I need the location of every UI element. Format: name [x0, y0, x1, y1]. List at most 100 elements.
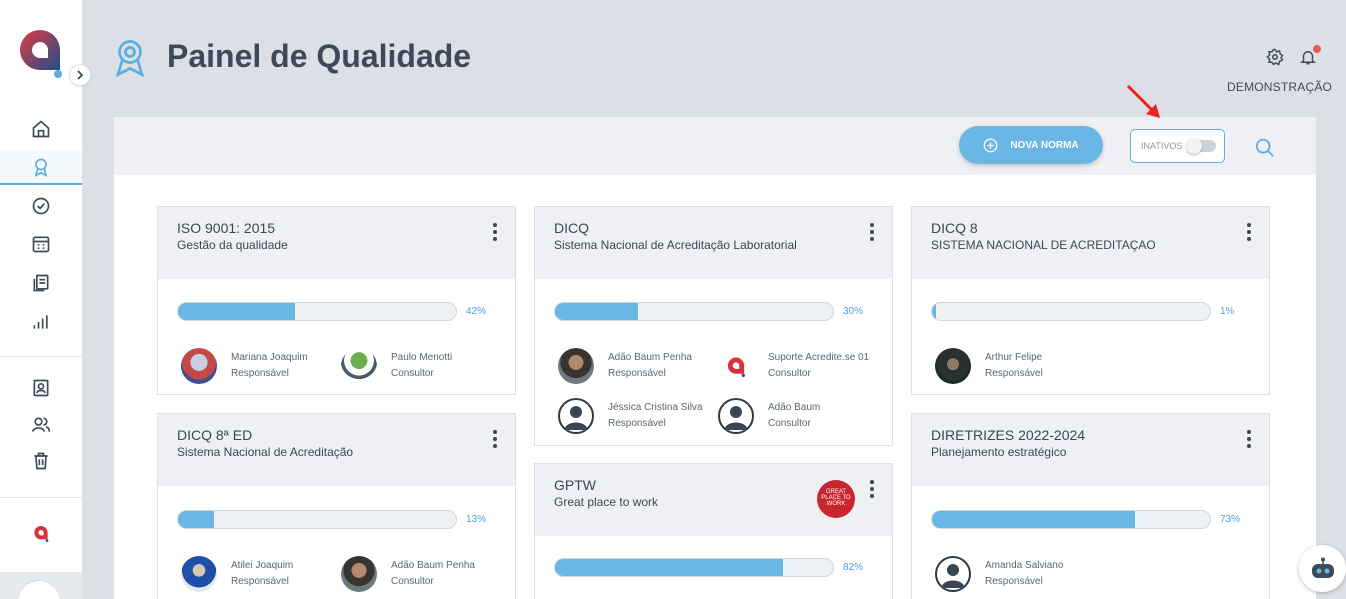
sidebar-item-home[interactable]: [0, 112, 82, 146]
standard-card[interactable]: GPTW Great place to work GREAT PLACE TO …: [534, 463, 893, 599]
main-panel: NOVA NORMA INATIVOS ISO 9001: 2015 Gestã…: [114, 117, 1316, 599]
user-placeholder-icon: [724, 406, 748, 430]
documents-icon: [33, 274, 49, 292]
sidebar-item-profiles[interactable]: [0, 371, 82, 405]
standard-card[interactable]: DIRETRIZES 2022-2024 Planejamento estrat…: [911, 413, 1270, 599]
card-subtitle: Planejamento estratégico: [931, 445, 1067, 459]
progress-bar: [177, 302, 457, 321]
member[interactable]: Adão Baum Penha Responsável: [558, 348, 692, 384]
member[interactable]: Jéssica Cristina Silva Responsável: [558, 398, 702, 434]
sidebar-item-quality[interactable]: [0, 151, 82, 185]
sidebar-item-users[interactable]: [0, 408, 82, 442]
new-standard-label: NOVA NORMA: [1010, 139, 1079, 151]
more-options-icon[interactable]: [866, 478, 878, 500]
gptw-logo: GREAT PLACE TO WORK: [817, 480, 855, 518]
chatbot-button[interactable]: [1299, 545, 1346, 592]
member[interactable]: Suporte Acredite.se 01 Consultor: [718, 348, 869, 384]
avatar: [181, 556, 217, 592]
avatar: [558, 398, 594, 434]
plus-circle-icon: [983, 138, 998, 152]
users-icon: [31, 417, 51, 432]
member-role: Responsável: [608, 418, 666, 429]
avatar: [558, 348, 594, 384]
standard-card[interactable]: ISO 9001: 2015 Gestão da qualidade 42% M…: [157, 206, 516, 395]
award-icon: [115, 40, 145, 78]
more-options-icon[interactable]: [1243, 428, 1255, 450]
inactive-filter[interactable]: INATIVOS: [1130, 129, 1225, 163]
more-options-icon[interactable]: [489, 428, 501, 450]
sidebar-item-trash[interactable]: [0, 444, 82, 478]
sidebar: [0, 0, 82, 599]
card-header: GPTW Great place to work GREAT PLACE TO …: [535, 464, 892, 536]
progress-bar: [554, 302, 834, 321]
member-role: Responsável: [985, 368, 1043, 379]
avatar: [935, 556, 971, 592]
member[interactable]: Arthur Felipe Responsável: [935, 348, 1043, 384]
progress-row: 30%: [554, 302, 863, 321]
progress-bar: [177, 510, 457, 529]
card-header: ISO 9001: 2015 Gestão da qualidade: [158, 207, 515, 279]
bar-chart-icon: [33, 315, 48, 329]
standard-card[interactable]: DICQ Sistema Nacional de Acreditação Lab…: [534, 206, 893, 446]
progress-percent: 42%: [466, 306, 487, 317]
card-subtitle: Sistema Nacional de Acreditação: [177, 445, 354, 459]
card-title: DIRETRIZES 2022-2024: [931, 427, 1086, 443]
member[interactable]: Adão Baum Consultor: [718, 398, 820, 434]
robot-icon: [1311, 557, 1334, 578]
member-name: Adão Baum Penha: [608, 352, 692, 363]
sidebar-item-documents[interactable]: [0, 266, 82, 300]
progress-bar: [931, 510, 1211, 529]
member-role: Responsável: [231, 368, 289, 379]
member-role: Responsável: [608, 368, 666, 379]
more-options-icon[interactable]: [489, 221, 501, 243]
more-options-icon[interactable]: [866, 221, 878, 243]
member[interactable]: Atilei Joaquim Responsável: [181, 556, 293, 592]
member-name: Mariana Joaquim: [231, 352, 308, 363]
member-name: Jéssica Cristina Silva: [608, 402, 703, 413]
sidebar-item-calendar[interactable]: [0, 227, 82, 261]
sidebar-item-reports[interactable]: [0, 305, 82, 339]
progress-row: 73%: [931, 510, 1240, 529]
sidebar-toggle-button[interactable]: [69, 64, 91, 86]
inactive-toggle[interactable]: [1186, 138, 1217, 154]
sidebar-item-tasks[interactable]: [0, 189, 82, 223]
app-logo[interactable]: [14, 24, 66, 78]
card-title: DICQ: [554, 220, 589, 236]
member[interactable]: Amanda Salviano Responsável: [935, 556, 1063, 592]
sidebar-divider-2: [0, 497, 82, 498]
member-name: Suporte Acredite.se 01: [768, 352, 870, 363]
progress-row: 42%: [177, 302, 486, 321]
member[interactable]: Mariana Joaquim Responsável: [181, 348, 308, 384]
more-options-icon[interactable]: [1243, 221, 1255, 243]
progress-bar: [554, 558, 834, 577]
standard-card[interactable]: DICQ 8 SISTEMA NACIONAL DE ACREDITAÇAO 1…: [911, 206, 1270, 395]
member[interactable]: Paulo Menotti Consultor: [341, 348, 452, 384]
progress-row: 82%: [554, 558, 863, 577]
member-name: Adão Baum: [768, 402, 821, 413]
search-icon[interactable]: [1254, 137, 1276, 159]
standard-card[interactable]: DICQ 8ª ED Sistema Nacional de Acreditaç…: [157, 413, 516, 599]
new-standard-button[interactable]: NOVA NORMA: [959, 126, 1103, 164]
company-name[interactable]: DEMONSTRAÇÃO: [1227, 80, 1332, 94]
progress-row: 1%: [931, 302, 1234, 321]
card-header: DICQ Sistema Nacional de Acreditação Lab…: [535, 207, 892, 279]
card-subtitle: Sistema Nacional de Acreditação Laborato…: [554, 238, 797, 252]
member-role: Responsável: [985, 576, 1043, 587]
progress-percent: 30%: [843, 306, 864, 317]
sidebar-item-brand[interactable]: [0, 516, 82, 550]
brand-logo-icon: [727, 357, 745, 377]
avatar: [341, 556, 377, 592]
card-header: DIRETRIZES 2022-2024 Planejamento estrat…: [912, 414, 1269, 486]
avatar: [181, 348, 217, 384]
progress-percent: 73%: [1220, 514, 1241, 525]
member-role: Responsável: [231, 576, 289, 587]
contact-card-icon: [33, 379, 49, 397]
inactive-label: INATIVOS: [1141, 141, 1183, 151]
member-name: Adão Baum Penha: [391, 560, 475, 571]
gear-icon[interactable]: [1266, 48, 1284, 66]
card-header: DICQ 8 SISTEMA NACIONAL DE ACREDITAÇAO: [912, 207, 1269, 279]
member[interactable]: Adão Baum Penha Consultor: [341, 556, 475, 592]
annotation-arrow-icon: [1126, 84, 1160, 118]
progress-percent: 13%: [466, 514, 487, 525]
progress-bar: [931, 302, 1211, 321]
